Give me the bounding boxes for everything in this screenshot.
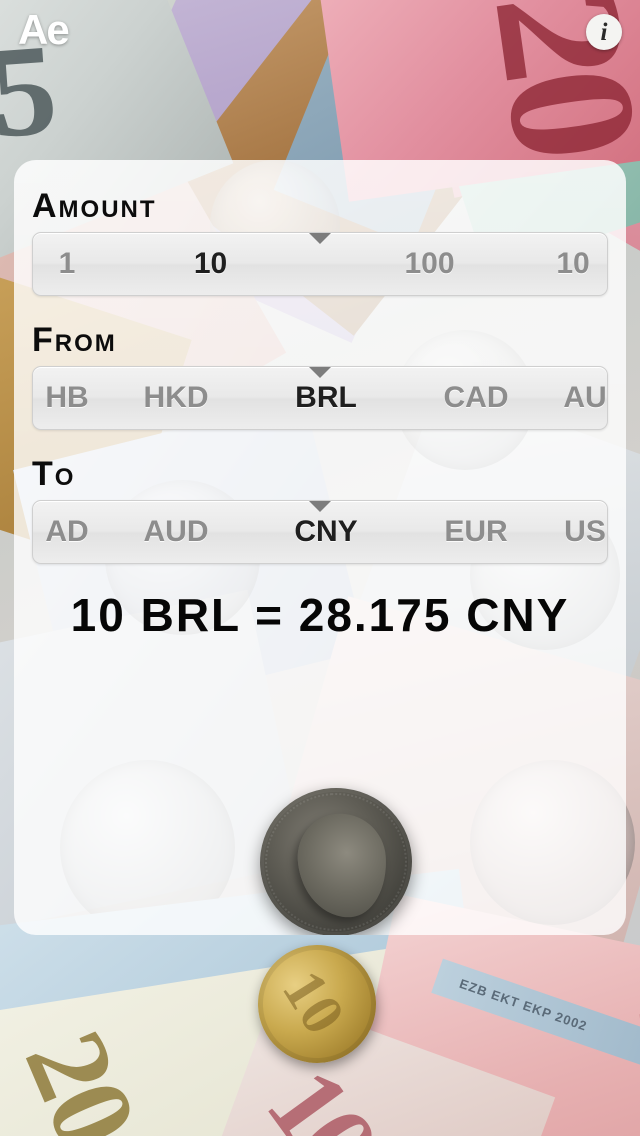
to-option[interactable]: AUD — [101, 515, 251, 549]
currency-converter-app: EZB EKT EKP 2002 Ae i Amount 1 10 100 10 — [0, 0, 640, 1136]
to-option[interactable]: AD — [33, 515, 101, 549]
to-option-selected[interactable]: CNY — [251, 515, 401, 549]
ae-logo[interactable]: Ae — [18, 8, 70, 52]
amount-option[interactable]: 100 — [320, 247, 539, 281]
from-picker-track[interactable]: HB HKD BRL CAD AU — [33, 367, 607, 429]
amount-label: Amount — [32, 187, 157, 225]
info-button[interactable]: i — [586, 14, 622, 50]
conversion-result: 10 BRL = 28.175 CNY — [70, 589, 570, 641]
amount-option-selected[interactable]: 10 — [101, 247, 320, 281]
info-icon: i — [600, 18, 608, 46]
amount-option[interactable]: 1 — [33, 247, 101, 281]
from-option[interactable]: HB — [33, 381, 101, 415]
to-currency-picker[interactable]: AD AUD CNY EUR US — [32, 500, 608, 564]
from-option[interactable]: HKD — [101, 381, 251, 415]
to-picker-track[interactable]: AD AUD CNY EUR US — [33, 501, 607, 563]
amount-picker-track[interactable]: 1 10 100 10 — [33, 233, 607, 295]
from-option[interactable]: AU — [551, 381, 607, 415]
to-option[interactable]: US — [551, 515, 607, 549]
from-label: From — [32, 321, 117, 359]
from-currency-picker[interactable]: HB HKD BRL CAD AU — [32, 366, 608, 430]
amount-option[interactable]: 10 — [539, 247, 607, 281]
from-option-selected[interactable]: BRL — [251, 381, 401, 415]
app-header: Ae i — [0, 0, 640, 66]
to-label: To — [32, 455, 76, 493]
to-option[interactable]: EUR — [401, 515, 551, 549]
roman-coin-image — [255, 782, 417, 935]
amount-picker[interactable]: 1 10 100 10 — [32, 232, 608, 296]
from-option[interactable]: CAD — [401, 381, 551, 415]
converter-card: Amount 1 10 100 10 From HB HKD BRL CAD A… — [14, 160, 626, 935]
